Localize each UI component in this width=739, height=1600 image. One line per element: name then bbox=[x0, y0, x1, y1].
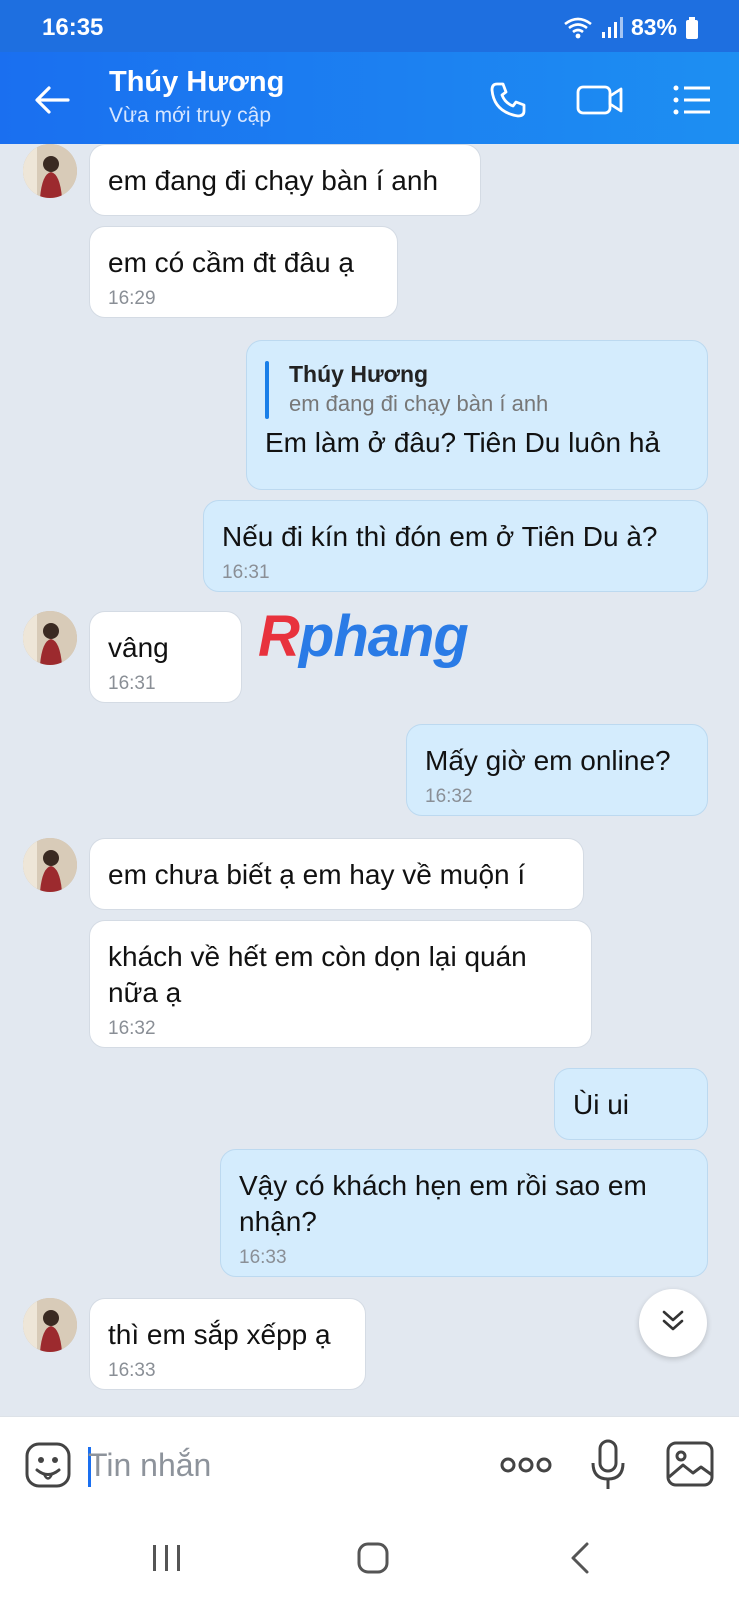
message-text: Em làm ở đâu? Tiên Du luôn hả bbox=[265, 427, 661, 458]
wifi-icon bbox=[563, 16, 593, 40]
message-bubble-incoming[interactable]: em có cầm đt đâu ạ 16:29 bbox=[89, 226, 398, 318]
message-bubble-incoming[interactable]: khách về hết em còn dọn lại quán nữa ạ 1… bbox=[89, 920, 592, 1048]
chat-header: Thúy Hương Vừa mới truy cập bbox=[0, 52, 739, 144]
contact-status: Vừa mới truy cập bbox=[109, 104, 272, 127]
message-bubble-incoming[interactable]: em chưa biết ạ em hay về muộn í bbox=[89, 838, 584, 910]
watermark-text: phang bbox=[298, 604, 469, 669]
home-icon[interactable] bbox=[343, 1536, 403, 1580]
message-bubble-incoming[interactable]: thì em sắp xếpp ạ 16:33 bbox=[89, 1298, 366, 1390]
message-time: 16:33 bbox=[239, 1247, 287, 1268]
battery-percent: 83% bbox=[630, 14, 677, 40]
message-text: Mấy giờ em online? bbox=[425, 745, 671, 776]
message-time: 16:29 bbox=[108, 288, 156, 309]
quoted-message[interactable]: Thúy Hương em đang đi chạy bàn í anh bbox=[265, 359, 689, 419]
message-bubble-outgoing-reply[interactable]: Thúy Hương em đang đi chạy bàn í anh Em … bbox=[246, 340, 708, 490]
contact-avatar[interactable] bbox=[23, 1298, 77, 1352]
contact-avatar[interactable] bbox=[23, 144, 77, 198]
phone-icon[interactable] bbox=[484, 76, 532, 124]
quote-text: em đang đi chạy bàn í anh bbox=[289, 391, 549, 416]
scroll-to-bottom-button[interactable] bbox=[639, 1289, 707, 1357]
signal-icon bbox=[601, 16, 623, 40]
image-picker-icon[interactable] bbox=[666, 1441, 714, 1492]
message-time: 16:31 bbox=[222, 562, 270, 583]
message-text: thì em sắp xếpp ạ bbox=[108, 1319, 331, 1350]
double-chevron-down-icon bbox=[659, 1307, 687, 1340]
microphone-icon[interactable] bbox=[590, 1439, 626, 1496]
recent-apps-icon[interactable] bbox=[137, 1536, 197, 1580]
menu-list-icon[interactable] bbox=[668, 76, 716, 124]
message-text: vâng bbox=[108, 632, 169, 663]
message-time: 16:33 bbox=[108, 1360, 156, 1381]
quote-author: Thúy Hương bbox=[289, 361, 429, 387]
message-list[interactable]: em đang đi chạy bàn í anh em có cầm đt đ… bbox=[0, 144, 739, 1416]
message-input[interactable] bbox=[88, 1437, 468, 1493]
message-time: 16:32 bbox=[425, 786, 473, 807]
more-options-icon[interactable] bbox=[500, 1447, 552, 1488]
message-time: 16:31 bbox=[108, 673, 156, 694]
status-time: 16:35 bbox=[42, 14, 104, 41]
back-chevron-icon[interactable] bbox=[550, 1536, 610, 1580]
message-bubble-outgoing[interactable]: Nếu đi kín thì đón em ở Tiên Du à? 16:31 bbox=[203, 500, 708, 592]
message-time: 16:32 bbox=[108, 1018, 156, 1039]
message-bubble-outgoing[interactable]: Mấy giờ em online? 16:32 bbox=[406, 724, 708, 816]
watermark-logo: Rphang bbox=[258, 603, 469, 670]
watermark-letter: R bbox=[258, 604, 300, 669]
message-text: em đang đi chạy bàn í anh bbox=[108, 165, 439, 196]
message-text: em có cầm đt đâu ạ bbox=[108, 247, 354, 278]
video-call-icon[interactable] bbox=[576, 76, 624, 124]
message-bubble-incoming[interactable]: vâng 16:31 bbox=[89, 611, 242, 703]
status-bar: 16:35 83% bbox=[0, 0, 739, 52]
contact-name[interactable]: Thúy Hương bbox=[109, 66, 284, 99]
message-text: Nếu đi kín thì đón em ở Tiên Du à? bbox=[222, 521, 658, 552]
message-text: Vậy có khách hẹn em rồi sao em nhận? bbox=[239, 1170, 647, 1237]
back-arrow-icon[interactable] bbox=[30, 78, 74, 122]
contact-avatar[interactable] bbox=[23, 838, 77, 892]
message-text: Ùi ui bbox=[573, 1089, 630, 1120]
message-text: em chưa biết ạ em hay về muộn í bbox=[108, 859, 526, 890]
battery-icon bbox=[685, 16, 699, 40]
emoji-sticker-icon[interactable] bbox=[24, 1441, 72, 1494]
message-bubble-incoming[interactable]: em đang đi chạy bàn í anh bbox=[89, 144, 481, 216]
composer-bar bbox=[0, 1416, 739, 1514]
contact-avatar[interactable] bbox=[23, 611, 77, 665]
quote-bar bbox=[265, 361, 269, 419]
message-bubble-outgoing[interactable]: Ùi ui bbox=[554, 1068, 708, 1140]
status-indicators: 83% bbox=[563, 14, 699, 41]
android-nav-bar bbox=[0, 1514, 739, 1600]
message-text: khách về hết em còn dọn lại quán nữa ạ bbox=[108, 941, 527, 1008]
message-bubble-outgoing[interactable]: Vậy có khách hẹn em rồi sao em nhận? 16:… bbox=[220, 1149, 708, 1277]
